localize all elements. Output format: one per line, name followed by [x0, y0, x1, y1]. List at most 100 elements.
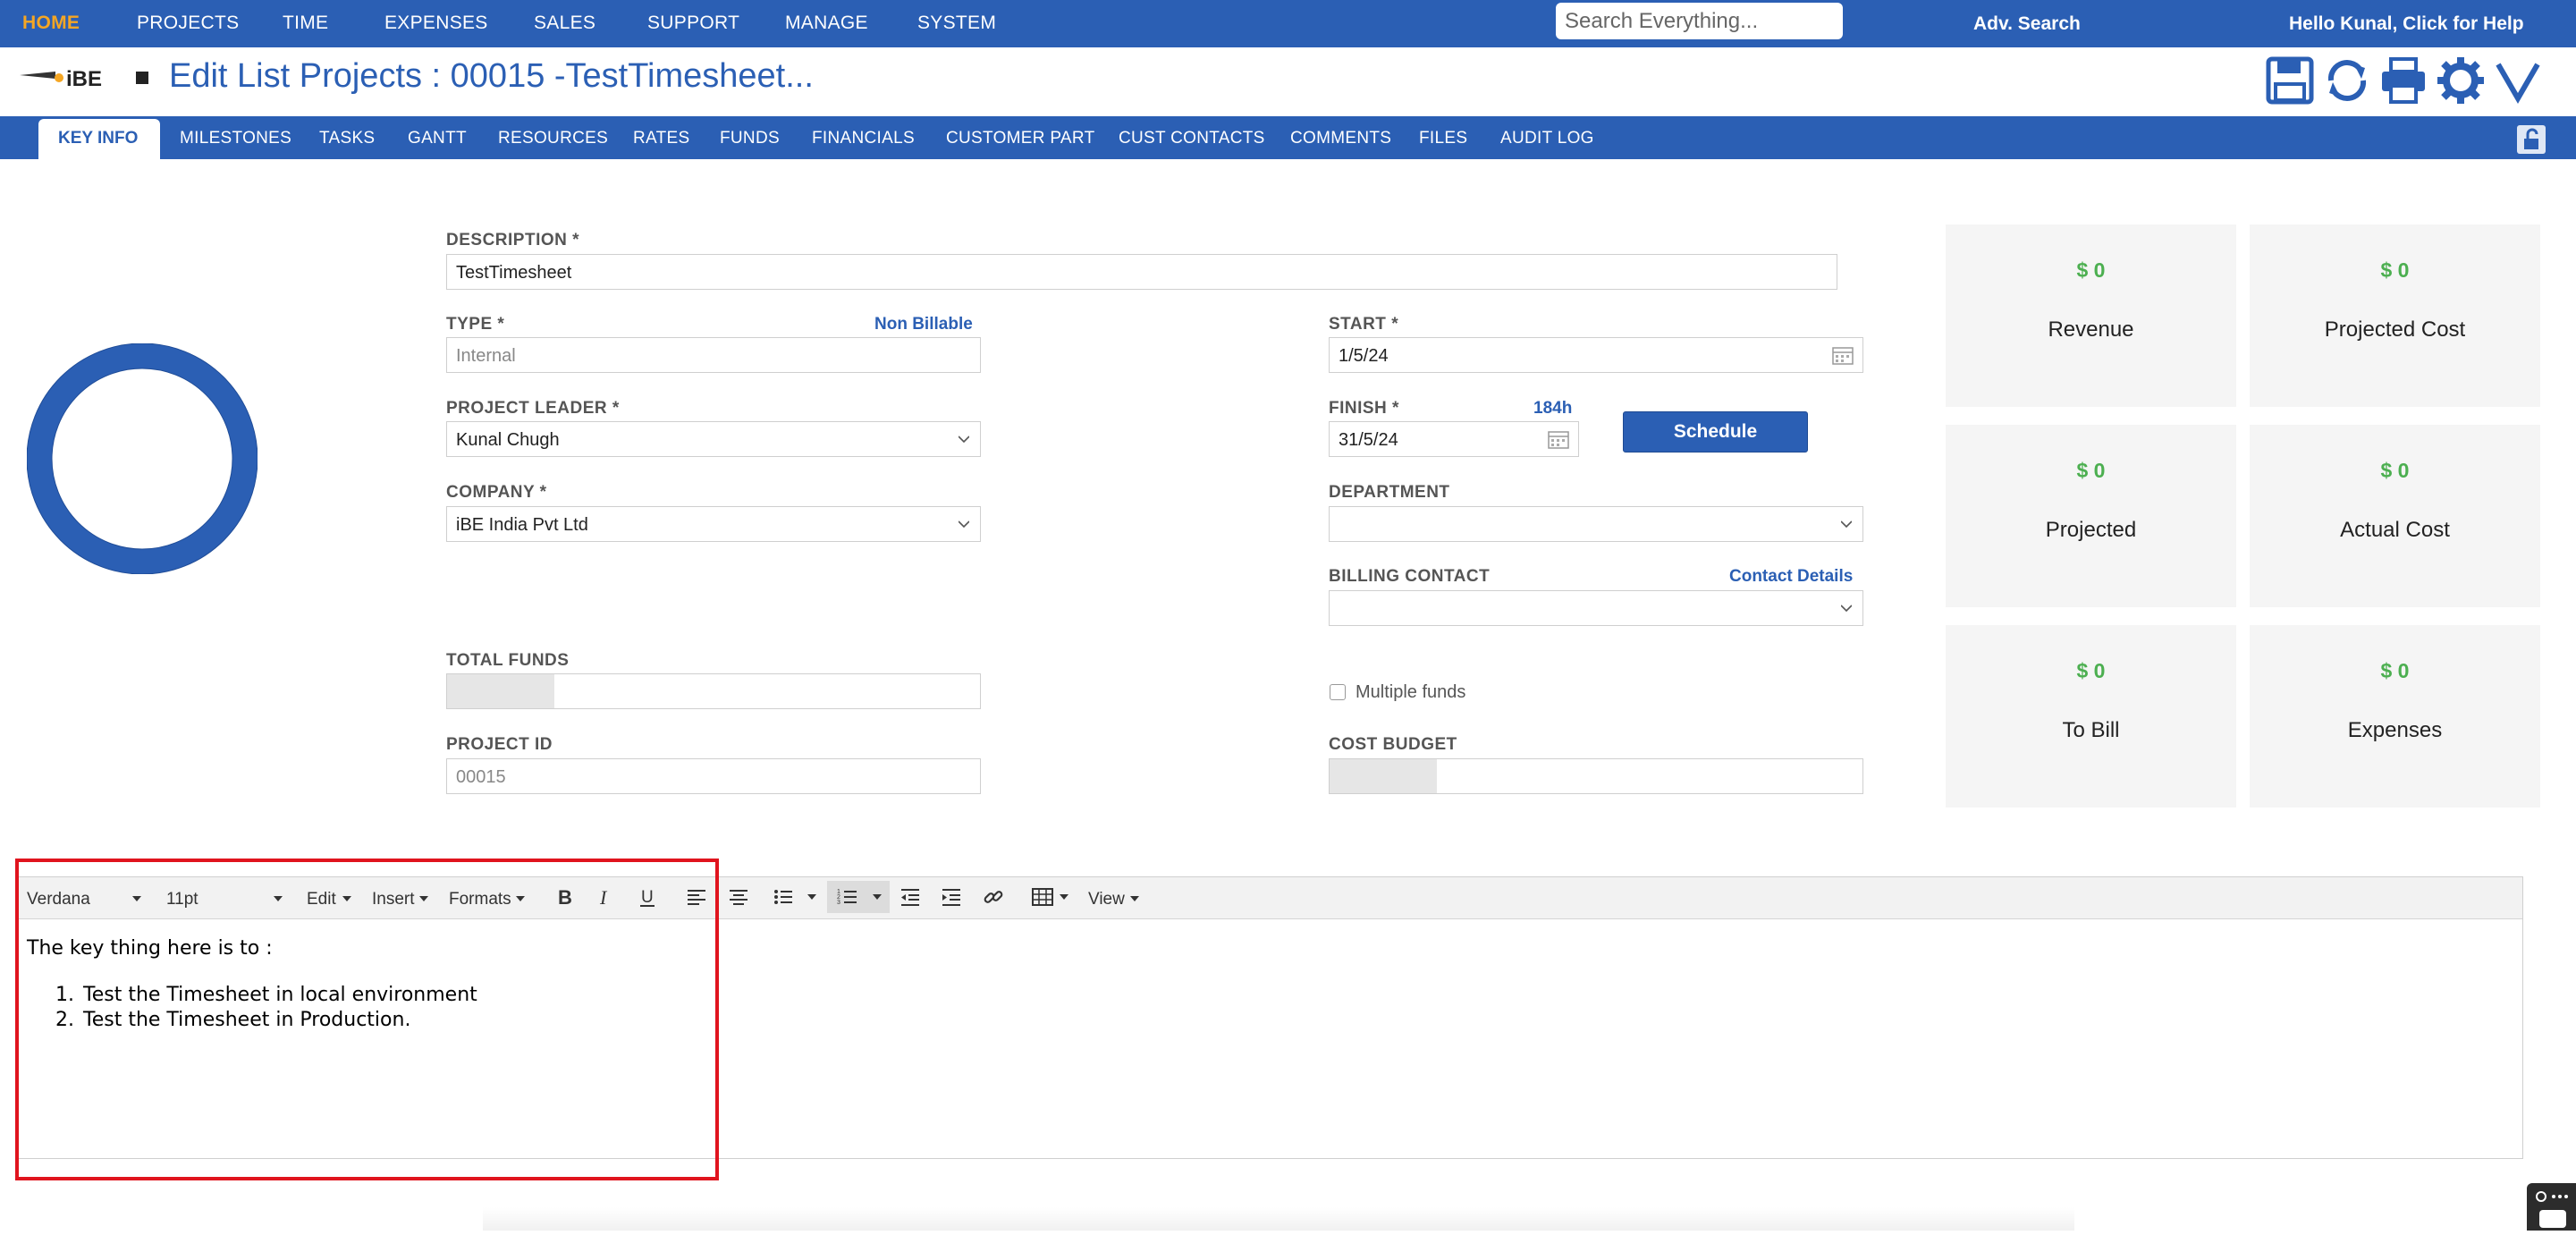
nav-manage[interactable]: MANAGE: [785, 13, 868, 34]
billing-contact-select[interactable]: [1329, 590, 1863, 626]
tab-customer-part[interactable]: CUSTOMER PART: [946, 129, 1094, 148]
calendar-icon[interactable]: [1548, 429, 1569, 449]
card-name: Expenses: [2347, 718, 2443, 742]
nav-system[interactable]: SYSTEM: [917, 13, 996, 34]
company-logo: iBE: [20, 67, 148, 91]
cost-budget-label: COST BUDGET: [1329, 735, 1457, 754]
nav-home[interactable]: HOME: [22, 13, 80, 34]
refresh-icon[interactable]: [2322, 55, 2372, 106]
description-value: TestTimesheet: [456, 263, 572, 283]
tab-rates[interactable]: RATES: [633, 129, 689, 148]
search-input[interactable]: [1556, 3, 1843, 39]
tab-financials[interactable]: FINANCIALS: [812, 129, 915, 148]
highlight-box: [15, 859, 719, 1180]
tab-tasks[interactable]: TASKS: [319, 129, 375, 148]
indent-icon[interactable]: [940, 885, 963, 909]
feedback-widget[interactable]: [2527, 1183, 2576, 1231]
svg-text:3: 3: [837, 900, 840, 906]
company-value: iBE India Pvt Ltd: [456, 515, 588, 535]
print-icon[interactable]: [2378, 55, 2428, 106]
outdent-icon[interactable]: [899, 885, 922, 909]
multiple-funds-checkbox[interactable]: [1330, 684, 1346, 700]
tab-cust-contacts[interactable]: CUST CONTACTS: [1119, 129, 1265, 148]
calendar-icon[interactable]: [1832, 345, 1854, 365]
description-field[interactable]: TestTimesheet: [446, 254, 1837, 290]
card-actual-cost: $ 0 Actual Cost: [2250, 425, 2540, 607]
project-id-value: 00015: [456, 767, 506, 787]
start-date-value: 1/5/24: [1339, 346, 1389, 366]
type-label: TYPE *: [446, 315, 505, 334]
table-icon[interactable]: [1031, 885, 1054, 909]
total-funds-field[interactable]: [446, 673, 981, 709]
tab-audit-log[interactable]: AUDIT LOG: [1500, 129, 1594, 148]
duration-hours: 184h: [1533, 399, 1573, 418]
nav-projects[interactable]: PROJECTS: [137, 13, 239, 34]
chevron-down-icon: [1841, 520, 1852, 529]
numbered-list-icon[interactable]: 123: [836, 885, 859, 909]
caret-down-icon: [1130, 896, 1139, 901]
lock-button[interactable]: [2517, 125, 2546, 154]
start-label: START *: [1329, 315, 1399, 334]
tab-gantt[interactable]: GANTT: [408, 129, 467, 148]
finish-date-value: 31/5/24: [1339, 430, 1398, 450]
contact-details-link[interactable]: Contact Details: [1729, 567, 1853, 587]
department-label: DEPARTMENT: [1329, 483, 1450, 502]
card-amount: $ 0: [2380, 258, 2410, 282]
tab-resources[interactable]: RESOURCES: [498, 129, 608, 148]
cost-budget-field[interactable]: [1329, 758, 1863, 794]
nav-support[interactable]: SUPPORT: [647, 13, 739, 34]
adv-search-link[interactable]: Adv. Search: [1973, 13, 2081, 35]
nav-sales[interactable]: SALES: [534, 13, 595, 34]
finish-date-field[interactable]: 31/5/24: [1329, 421, 1579, 457]
chevron-down-icon[interactable]: [2493, 55, 2543, 106]
card-name: Projected: [2045, 518, 2137, 542]
card-amount: $ 0: [2076, 258, 2106, 282]
view-menu[interactable]: View: [1088, 890, 1125, 909]
chevron-down-icon: [959, 520, 969, 529]
card-name: Actual Cost: [2340, 518, 2450, 542]
logo-text: iBE: [66, 67, 102, 91]
non-billable-link[interactable]: Non Billable: [874, 315, 973, 334]
cost-budget-bar: [1330, 759, 1437, 793]
tab-funds[interactable]: FUNDS: [720, 129, 780, 148]
progress-ring: [27, 343, 258, 574]
project-leader-select[interactable]: Kunal Chugh: [446, 421, 981, 457]
project-id-field: 00015: [446, 758, 981, 794]
start-date-field[interactable]: 1/5/24: [1329, 337, 1863, 373]
type-field[interactable]: Internal: [446, 337, 981, 373]
sub-navigation-bar: [0, 116, 2576, 159]
card-expenses: $ 0 Expenses: [2250, 625, 2540, 808]
description-label: DESCRIPTION *: [446, 231, 580, 250]
schedule-button[interactable]: Schedule: [1623, 411, 1808, 453]
card-amount: $ 0: [2076, 459, 2106, 482]
card-revenue: $ 0 Revenue: [1946, 224, 2236, 407]
caret-down-icon: [873, 894, 882, 900]
nav-expenses[interactable]: EXPENSES: [384, 13, 488, 34]
search-box: [1556, 3, 1843, 39]
gear-icon[interactable]: [2436, 55, 2486, 106]
help-link[interactable]: Hello Kunal, Click for Help: [2289, 13, 2524, 35]
caret-down-icon: [1060, 894, 1068, 900]
chevron-down-icon: [1841, 605, 1852, 613]
save-icon[interactable]: [2265, 55, 2315, 106]
nav-time[interactable]: TIME: [283, 13, 328, 34]
chevron-down-icon: [959, 436, 969, 444]
card-projected-cost: $ 0 Projected Cost: [2250, 224, 2540, 407]
card-name: To Bill: [2062, 718, 2120, 742]
link-icon[interactable]: [982, 885, 1005, 909]
card-amount: $ 0: [2380, 659, 2410, 682]
card-amount: $ 0: [2076, 659, 2106, 682]
billing-contact-label: BILLING CONTACT: [1329, 567, 1491, 586]
align-center-icon[interactable]: [727, 885, 750, 909]
finish-label: FINISH *: [1329, 399, 1399, 418]
bullet-list-icon[interactable]: [772, 885, 795, 909]
card-name: Projected Cost: [2324, 317, 2466, 342]
company-select[interactable]: iBE India Pvt Ltd: [446, 506, 981, 542]
department-select[interactable]: [1329, 506, 1863, 542]
tab-comments[interactable]: COMMENTS: [1290, 129, 1391, 148]
tab-milestones[interactable]: MILESTONES: [180, 129, 291, 148]
tab-files[interactable]: FILES: [1419, 129, 1467, 148]
tab-key-info[interactable]: KEY INFO: [38, 119, 160, 159]
bottom-shadow: [483, 1207, 2074, 1231]
total-funds-label: TOTAL FUNDS: [446, 651, 570, 670]
